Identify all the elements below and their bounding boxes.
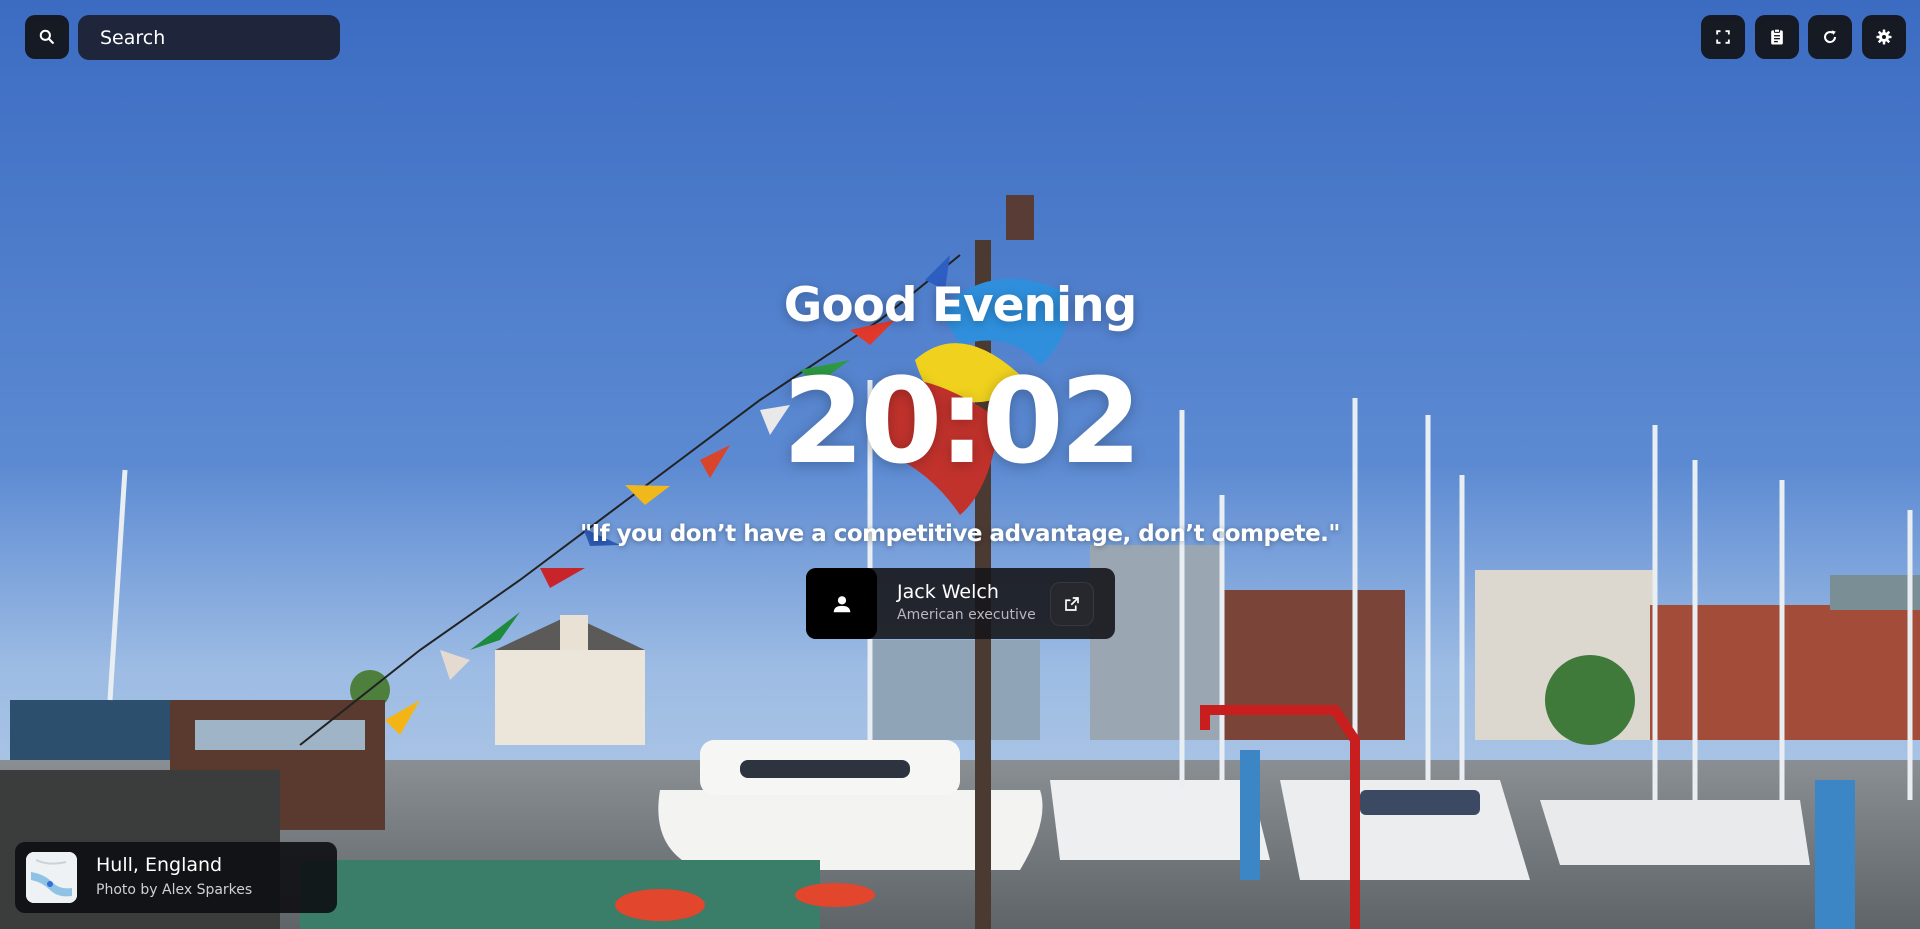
author-name: Jack Welch [897, 581, 999, 603]
person-icon [833, 595, 850, 612]
photo-location-card[interactable]: Hull, England Photo by Alex Sparkes [15, 842, 337, 913]
author-link-button[interactable] [1050, 582, 1094, 626]
author-avatar [806, 568, 877, 639]
map-thumbnail [26, 852, 77, 903]
refresh-icon [1824, 30, 1837, 43]
search-icon [39, 29, 54, 44]
background-photo [0, 0, 1920, 929]
settings-button[interactable] [1862, 15, 1906, 59]
search-button[interactable] [25, 15, 69, 59]
refresh-button[interactable] [1808, 15, 1852, 59]
notes-button[interactable] [1755, 15, 1799, 59]
external-link-icon [1065, 597, 1079, 611]
clipboard-icon [1771, 28, 1783, 45]
quote-author-card: Jack Welch American executive [806, 568, 1115, 639]
photo-credit: Photo by Alex Sparkes [96, 882, 253, 898]
search-input[interactable] [98, 25, 322, 50]
new-tab-page: Good Evening 20:02 "If you don’t have a … [0, 0, 1920, 929]
map-icon [26, 852, 77, 903]
fullscreen-icon [1716, 30, 1730, 44]
fullscreen-button[interactable] [1701, 15, 1745, 59]
search-field[interactable] [78, 15, 340, 60]
location-name: Hull, England [96, 854, 223, 876]
gear-icon [1876, 29, 1892, 45]
author-description: American executive [897, 607, 1036, 623]
